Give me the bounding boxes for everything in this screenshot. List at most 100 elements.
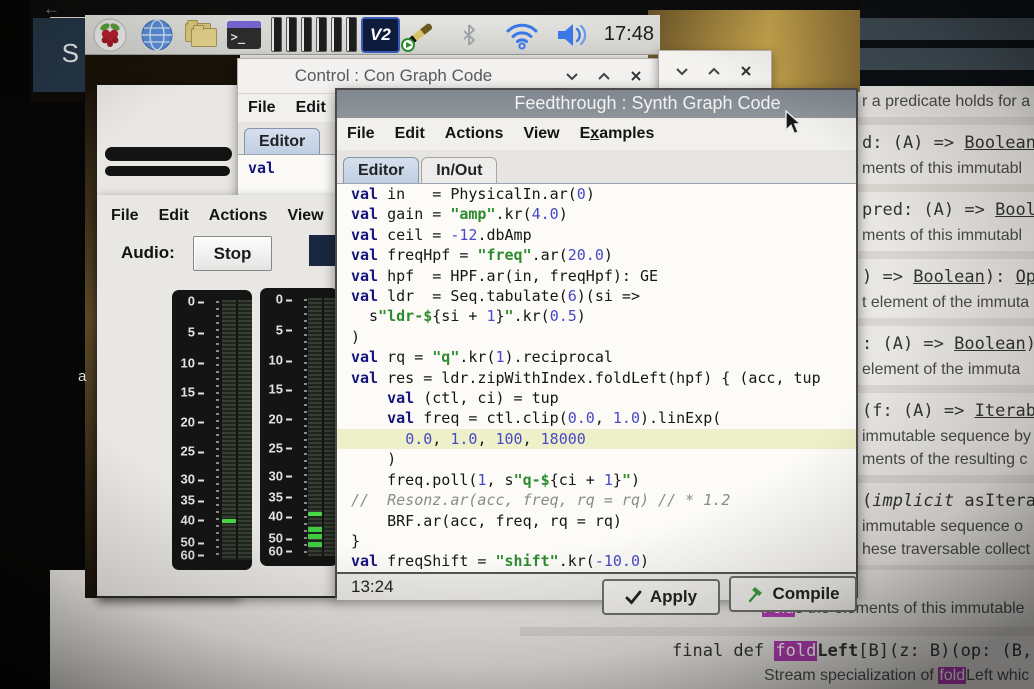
feedthrough-titlebar[interactable]: Feedthrough : Synth Graph Code: [337, 90, 856, 118]
minimize-icon[interactable]: [673, 64, 691, 78]
volume-icon[interactable]: [554, 17, 592, 53]
doc-type-link[interactable]: Opt: [1016, 267, 1034, 287]
scaladoc-separator: [520, 627, 1034, 636]
text-token: 20.0: [568, 246, 604, 264]
code-editor[interactable]: val in = PhysicalIn.ar(0)val gain = "amp…: [337, 184, 856, 574]
wifi-icon[interactable]: [502, 17, 542, 53]
tab-editor[interactable]: Editor: [244, 128, 320, 154]
maximize-icon[interactable]: [705, 64, 723, 78]
taskbar-clock[interactable]: 17:48: [604, 23, 654, 46]
code-line[interactable]: val (ctl, ci) = tup: [337, 388, 856, 408]
text-token: ,: [523, 430, 541, 448]
web-browser-icon[interactable]: [139, 17, 175, 53]
scaladoc-description: immutable sequence by: [862, 425, 1034, 448]
code-line[interactable]: val res = ldr.zipWithIndex.foldLeft(hpf)…: [337, 368, 856, 388]
apply-button[interactable]: Apply: [602, 579, 720, 615]
file-manager-icon[interactable]: [183, 20, 219, 50]
code-line[interactable]: ): [337, 327, 856, 347]
meter-scale-label: 60: [178, 547, 204, 562]
scaladoc-separator: [858, 117, 1034, 125]
text-token: Left whic: [966, 667, 1029, 684]
doc-type-link[interactable]: Boolean: [954, 334, 1026, 354]
menu-edit[interactable]: Edit: [286, 99, 336, 117]
audio-label: Audio:: [121, 243, 175, 263]
code-line[interactable]: val freqShift = "shift".kr(-10.0): [337, 551, 856, 571]
doc-type-link[interactable]: Boolean: [964, 133, 1034, 153]
menu-actions[interactable]: Actions: [435, 125, 514, 143]
scaladoc-entry: : (A) => Boolean):element of the immuta: [862, 326, 1034, 385]
scaladoc-description: element of the immuta: [862, 358, 1034, 381]
menu-view[interactable]: View: [277, 207, 333, 225]
bluetooth-icon[interactable]: [458, 17, 480, 53]
close-icon[interactable]: [627, 69, 645, 83]
meter-scale-label: 10: [266, 353, 292, 368]
text-token: val: [248, 159, 275, 177]
menu-edit[interactable]: Edit: [149, 207, 199, 225]
text-token: (f: (A) =>: [862, 401, 975, 421]
code-line[interactable]: ): [337, 449, 856, 469]
code-line[interactable]: }: [337, 531, 856, 551]
text-token: freq = ctl.clip(: [414, 409, 568, 427]
compile-button[interactable]: Compile: [729, 576, 857, 612]
menu-examples[interactable]: Examples: [570, 125, 665, 143]
text-token: 18000: [541, 430, 586, 448]
code-line[interactable]: s"ldr-${si + 1}".kr(0.5): [337, 306, 856, 326]
code-line[interactable]: val in = PhysicalIn.ar(0): [337, 184, 856, 204]
maximize-icon[interactable]: [595, 69, 613, 83]
menu-actions[interactable]: Actions: [199, 207, 278, 225]
code-line[interactable]: val ldr = Seq.tabulate(6)(si =>: [337, 286, 856, 306]
code-line[interactable]: val freq = ctl.clip(0.0, 1.0).linExp(: [337, 408, 856, 428]
feedthrough-statusbar: 13:24 Apply Compile: [337, 574, 856, 600]
code-line[interactable]: val hpf = HPF.ar(in, freqHpf): GE: [337, 266, 856, 286]
text-token: ): [559, 205, 568, 223]
audio-stop-button[interactable]: Stop: [193, 236, 272, 271]
code-line[interactable]: val gain = "amp".kr(4.0): [337, 204, 856, 224]
scaladoc-description: hese traversable collect: [862, 538, 1034, 561]
tab-editor[interactable]: Editor: [343, 157, 419, 183]
jack-audio-icon[interactable]: [400, 16, 438, 54]
code-line-current[interactable]: 0.0, 1.0, 100, 18000: [337, 429, 856, 449]
code-line[interactable]: freq.poll(1, s"q-${ci + 1}"): [337, 470, 856, 490]
code-line[interactable]: val freqHpf = "freq".ar(20.0): [337, 245, 856, 265]
meter-channel: [222, 300, 236, 560]
doc-type-link[interactable]: Boolean: [913, 267, 985, 287]
text-token: .kr(: [459, 348, 495, 366]
text-token: }: [496, 307, 505, 325]
text-token: val: [387, 389, 414, 407]
text-token: 1.0: [613, 409, 640, 427]
menu-edit[interactable]: Edit: [385, 125, 435, 143]
menu-view[interactable]: View: [513, 125, 569, 143]
menu-file[interactable]: File: [337, 125, 385, 143]
minimize-icon[interactable]: [563, 69, 581, 83]
menu-file[interactable]: File: [238, 99, 286, 117]
meter-scale-label: 0: [178, 294, 204, 309]
doc-type-link[interactable]: Boole: [995, 200, 1034, 220]
meter-scale-label: 30: [178, 472, 204, 487]
tab-inout[interactable]: In/Out: [421, 157, 497, 183]
text-token: ,: [432, 430, 450, 448]
terminal-icon[interactable]: >_: [227, 21, 261, 49]
vnc-icon[interactable]: V2: [361, 17, 401, 53]
meter-scale-label: 35: [178, 493, 204, 508]
text-token: val: [351, 287, 378, 305]
raspberry-menu-icon[interactable]: [91, 17, 129, 53]
text-token: Stream specialization of: [764, 667, 938, 684]
menu-file[interactable]: File: [101, 207, 149, 225]
doc-type-link[interactable]: Iterabl: [975, 401, 1034, 421]
close-icon[interactable]: [737, 64, 755, 78]
text-token: ): [586, 185, 595, 203]
meter-level-segment: [308, 527, 322, 532]
text-token: {ci +: [550, 471, 604, 489]
scaladoc-separator: [858, 184, 1034, 192]
window-stack-icons[interactable]: [271, 17, 361, 53]
code-line[interactable]: // Resonz.ar(acc, freq, rq = rq) // * 1.…: [337, 490, 856, 510]
code-line[interactable]: val rq = "q".kr(1).reciprocal: [337, 347, 856, 367]
text-token: .kr(: [514, 307, 550, 325]
code-line[interactable]: BRF.ar(acc, freq, rq = rq): [337, 511, 856, 531]
text-token: ): [631, 471, 640, 489]
background-window-corner: [658, 50, 772, 90]
code-line[interactable]: val ceil = -12.dbAmp: [337, 225, 856, 245]
text-token: val: [351, 369, 378, 387]
meter-level-segment: [308, 542, 322, 547]
taskbar: >_ V2 17:48: [85, 15, 660, 55]
